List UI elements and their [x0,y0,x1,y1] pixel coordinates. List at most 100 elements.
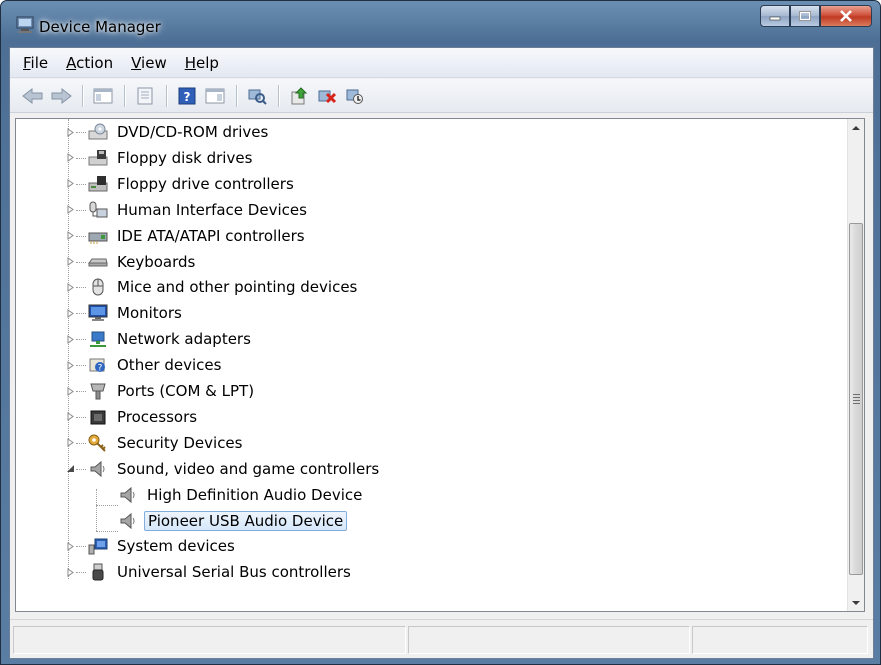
menu-help-label: elp [196,53,219,72]
toolbar-separator [82,84,84,107]
tree-item[interactable]: Keyboards [67,250,198,274]
action-pane-icon [205,88,225,103]
tree-item-label: Ports (COM & LPT) [117,382,255,400]
help-icon: ? [178,87,196,104]
tree-item[interactable]: Security Devices [67,431,245,455]
expand-arrow-icon[interactable] [64,437,76,449]
tree-item[interactable]: Human Interface Devices [67,198,310,222]
tree-item[interactable]: Mice and other pointing devices [67,275,360,299]
properties-button[interactable] [132,83,158,109]
vertical-scrollbar[interactable] [847,119,864,611]
scroll-down-button[interactable] [848,594,864,611]
tree-item[interactable]: Floppy drive controllers [67,172,297,196]
update-driver-button[interactable] [286,83,312,109]
tree-connector-line [96,531,118,532]
maximize-icon [799,11,811,21]
expand-arrow-icon[interactable] [64,540,76,552]
expand-arrow-icon[interactable] [64,204,76,216]
expand-arrow-icon[interactable] [64,256,76,268]
menu-view-mnemonic: V [131,53,142,72]
tree-item[interactable]: Monitors [67,301,185,325]
tree-item-label: Other devices [117,356,222,375]
menu-help-mnemonic: H [184,53,196,72]
disable-device-button[interactable] [342,83,368,109]
tree-item-label: Monitors [117,304,182,323]
menu-action[interactable]: Action [57,54,122,72]
device-tree-pane: DVD/CD-ROM drives Floppy disk drives Flopp… [15,118,865,612]
keyboard-icon [88,253,108,271]
expand-arrow-icon[interactable] [64,152,76,164]
tree-item[interactable]: Ports (COM & LPT) [67,379,257,403]
title-bar[interactable]: Device Manager [1,1,880,47]
forward-button[interactable] [48,83,74,109]
menu-help[interactable]: Help [176,54,228,72]
mouse-icon [88,278,108,296]
ide-controller-icon [88,227,108,245]
scroll-up-button[interactable] [848,119,864,136]
menu-file[interactable]: File [14,54,57,72]
expand-arrow-icon[interactable] [64,281,76,293]
tree-item-label: Mice and other pointing devices [117,278,358,297]
tree-item-label: Network adapters [117,330,251,349]
tree-item[interactable]: High Definition Audio Device [118,483,365,507]
scan-hardware-button[interactable] [244,83,270,109]
help-button[interactable]: ? [174,83,200,109]
scroll-up-arrow-icon [852,125,860,130]
expand-arrow-icon[interactable] [64,230,76,242]
tree-connector-line [76,287,86,289]
menu-view[interactable]: View [122,54,176,72]
tree-connector-line [76,313,86,315]
scroll-thumb-grip-icon [853,394,860,406]
expand-arrow-icon[interactable] [64,385,76,397]
unknown-device-icon: ? [88,356,108,374]
security-key-icon [88,434,108,452]
tree-item[interactable]: Pioneer USB Audio Device [118,509,348,533]
uninstall-icon [318,90,337,103]
expand-arrow-icon[interactable] [64,333,76,345]
tree-item-label: Floppy drive controllers [117,174,294,193]
tree-item-label: Pioneer USB Audio Device [144,510,348,531]
tree-item[interactable]: Sound, video and game controllers [66,457,382,481]
show-hide-console-tree-button[interactable] [90,83,116,109]
tree-item-label: System devices [117,537,235,556]
action-pane-button[interactable] [202,83,228,109]
menu-bar: File Action View Help [10,48,873,78]
show-hide-console-tree-icon [93,88,113,103]
tree-item-label: Security Devices [117,433,243,452]
tree-item[interactable]: DVD/CD-ROM drives [67,120,271,144]
expand-arrow-icon[interactable] [64,178,76,190]
expand-arrow-icon[interactable] [64,566,76,578]
expand-arrow-icon[interactable] [64,307,76,319]
tree-item[interactable]: System devices [67,534,238,558]
maximize-button[interactable] [790,5,820,27]
menu-file-mnemonic: F [23,53,31,72]
tree-item[interactable]: Processors [67,405,200,429]
expand-arrow-icon[interactable] [64,126,76,138]
tree-item-label: Human Interface Devices [117,200,307,219]
tree-item[interactable]: ? Other devices [67,353,224,377]
tree-connector-line [76,365,86,367]
usb-icon [88,563,108,581]
tree-item[interactable]: Universal Serial Bus controllers [67,560,354,584]
tree-connector-line [76,209,86,211]
floppy-drive-icon [88,149,108,167]
speaker-icon [118,486,138,504]
minimize-button[interactable] [760,5,790,27]
tree-item-label: Floppy disk drives [117,148,253,167]
back-icon [22,87,43,104]
scroll-thumb[interactable] [849,223,863,575]
tree-item-label: High Definition Audio Device [147,485,363,504]
tree-connector-line [96,505,118,506]
back-button[interactable] [20,83,46,109]
close-button[interactable] [820,5,872,27]
tree-item[interactable]: Floppy disk drives [67,146,255,170]
tree-item-label: Keyboards [117,252,196,271]
uninstall-button[interactable] [314,83,340,109]
tree-item[interactable]: IDE ATA/ATAPI controllers [67,224,308,248]
port-icon [88,382,108,400]
collapse-arrow-icon[interactable] [64,463,76,475]
expand-arrow-icon[interactable] [64,411,76,423]
toolbar-separator [236,84,238,107]
tree-item[interactable]: Network adapters [67,327,254,351]
expand-arrow-icon[interactable] [64,359,76,371]
